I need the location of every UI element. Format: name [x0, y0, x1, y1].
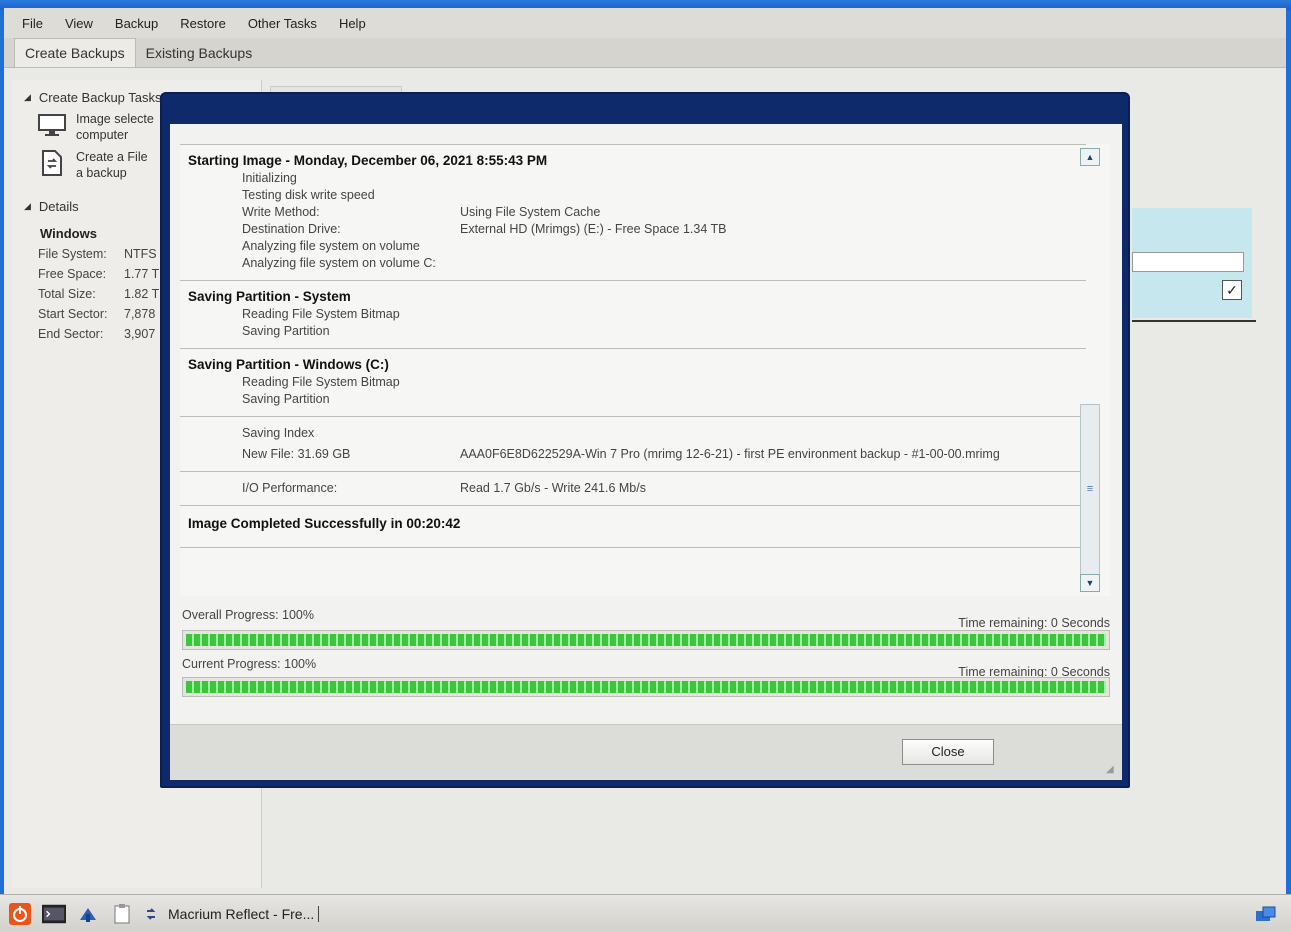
dialog-body: Starting Image - Monday, December 06, 20… — [170, 124, 1122, 780]
taskbar-task-macrium[interactable]: Macrium Reflect - Fre... — [168, 905, 320, 922]
network-icon[interactable] — [76, 902, 100, 926]
log-completed-text: Image Completed Successfully in 00:20:42 — [188, 516, 461, 531]
macrium-icon — [144, 902, 158, 926]
log-line: New File: 31.69 GB AAA0F6E8D622529A-Win 7… — [242, 447, 1000, 461]
log-line: Analyzing file system on volume — [242, 239, 420, 253]
terminal-icon[interactable] — [42, 902, 66, 926]
log-line: Destination Drive: External HD (Mrimgs) (… — [242, 222, 727, 236]
tab-create-backups[interactable]: Create Backups — [14, 38, 136, 67]
taskbar: Macrium Reflect - Fre... — [0, 894, 1291, 932]
log-block-completed: Image Completed Successfully in 00:20:42 — [180, 506, 1086, 548]
log-line: Reading File System Bitmap — [242, 307, 400, 321]
log-windows-title: Saving Partition - Windows (C:) — [188, 357, 389, 372]
clipboard-icon[interactable] — [110, 902, 134, 926]
tray-network-icon[interactable] — [1255, 905, 1277, 923]
log-line: Initializing — [242, 171, 297, 185]
progress-dialog: Starting Image - Monday, December 06, 20… — [160, 92, 1130, 788]
log-content: Starting Image - Monday, December 06, 20… — [180, 144, 1086, 548]
overall-progress-fill — [186, 634, 1106, 646]
background-field — [1132, 252, 1244, 272]
log-line: Saving Partition — [242, 324, 330, 338]
task-file-label: Create a File a backup — [76, 150, 148, 180]
log-line: Testing disk write speed — [242, 188, 375, 202]
log-system-title: Saving Partition - System — [188, 289, 351, 304]
details-section-label: Details — [38, 199, 79, 214]
scroll-up-icon[interactable]: ▲ — [1080, 148, 1100, 166]
menu-bar: File View Backup Restore Other Tasks Hel… — [4, 8, 1286, 38]
scroll-down-icon[interactable]: ▼ — [1080, 574, 1100, 592]
task-image-label: Image selecte computer — [76, 112, 154, 142]
log-block-windows: Saving Partition - Windows (C:) Reading … — [180, 349, 1086, 417]
close-button[interactable]: Close — [902, 739, 994, 765]
current-progress-bar — [182, 677, 1110, 697]
log-block-starting: Starting Image - Monday, December 06, 20… — [180, 144, 1086, 281]
tab-existing-backups[interactable]: Existing Backups — [136, 39, 263, 67]
current-progress-label: Current Progress: 100% — [182, 657, 317, 671]
dialog-button-area: Close ◢ — [170, 724, 1122, 780]
log-line: Saving Index — [242, 426, 315, 440]
monitor-icon — [36, 111, 68, 139]
menu-view[interactable]: View — [65, 16, 93, 31]
scroll-thumb[interactable]: ≡ — [1080, 404, 1100, 580]
collapse-icon: ◢ — [24, 201, 31, 211]
log-line: Reading File System Bitmap — [242, 375, 400, 389]
tasks-section-label: Create Backup Tasks — [38, 90, 162, 105]
tab-bar: Create Backups Existing Backups — [4, 38, 1286, 68]
checkbox-checked-icon[interactable]: ✓ — [1222, 280, 1242, 300]
current-progress-fill — [186, 681, 1106, 693]
log-line: Write Method: Using File System Cache — [242, 205, 601, 219]
collapse-icon: ◢ — [24, 92, 31, 102]
menu-file[interactable]: File — [22, 16, 43, 31]
overall-time-remaining: Time remaining: 0 Seconds — [958, 616, 1110, 630]
overall-progress-label: Overall Progress: 100% — [182, 608, 315, 622]
divider — [1132, 320, 1256, 322]
log-line: I/O Performance: Read 1.7 Gb/s - Write 24… — [242, 481, 646, 495]
file-backup-icon — [36, 149, 68, 177]
log-panel: Starting Image - Monday, December 06, 20… — [180, 144, 1110, 596]
log-block-index: Saving Index New File: 31.69 GB AAA0F6E8D… — [180, 417, 1086, 472]
menu-restore[interactable]: Restore — [180, 16, 226, 31]
overall-progress-bar — [182, 630, 1110, 650]
log-line: Saving Partition — [242, 392, 330, 406]
resize-grip-icon[interactable]: ◢ — [1106, 764, 1118, 776]
menu-other-tasks[interactable]: Other Tasks — [248, 16, 317, 31]
log-scrollbar[interactable]: ▲ ≡ ▼ — [1080, 144, 1100, 596]
log-line: Analyzing file system on volume C: — [242, 256, 436, 270]
power-icon[interactable] — [8, 902, 32, 926]
grip-icon: ≡ — [1086, 483, 1094, 495]
log-block-io: I/O Performance: Read 1.7 Gb/s - Write 24… — [180, 472, 1086, 506]
menu-backup[interactable]: Backup — [115, 16, 158, 31]
log-block-system: Saving Partition - System Reading File S… — [180, 281, 1086, 349]
menu-help[interactable]: Help — [339, 16, 366, 31]
log-starting-title: Starting Image - Monday, December 06, 20… — [188, 153, 548, 168]
